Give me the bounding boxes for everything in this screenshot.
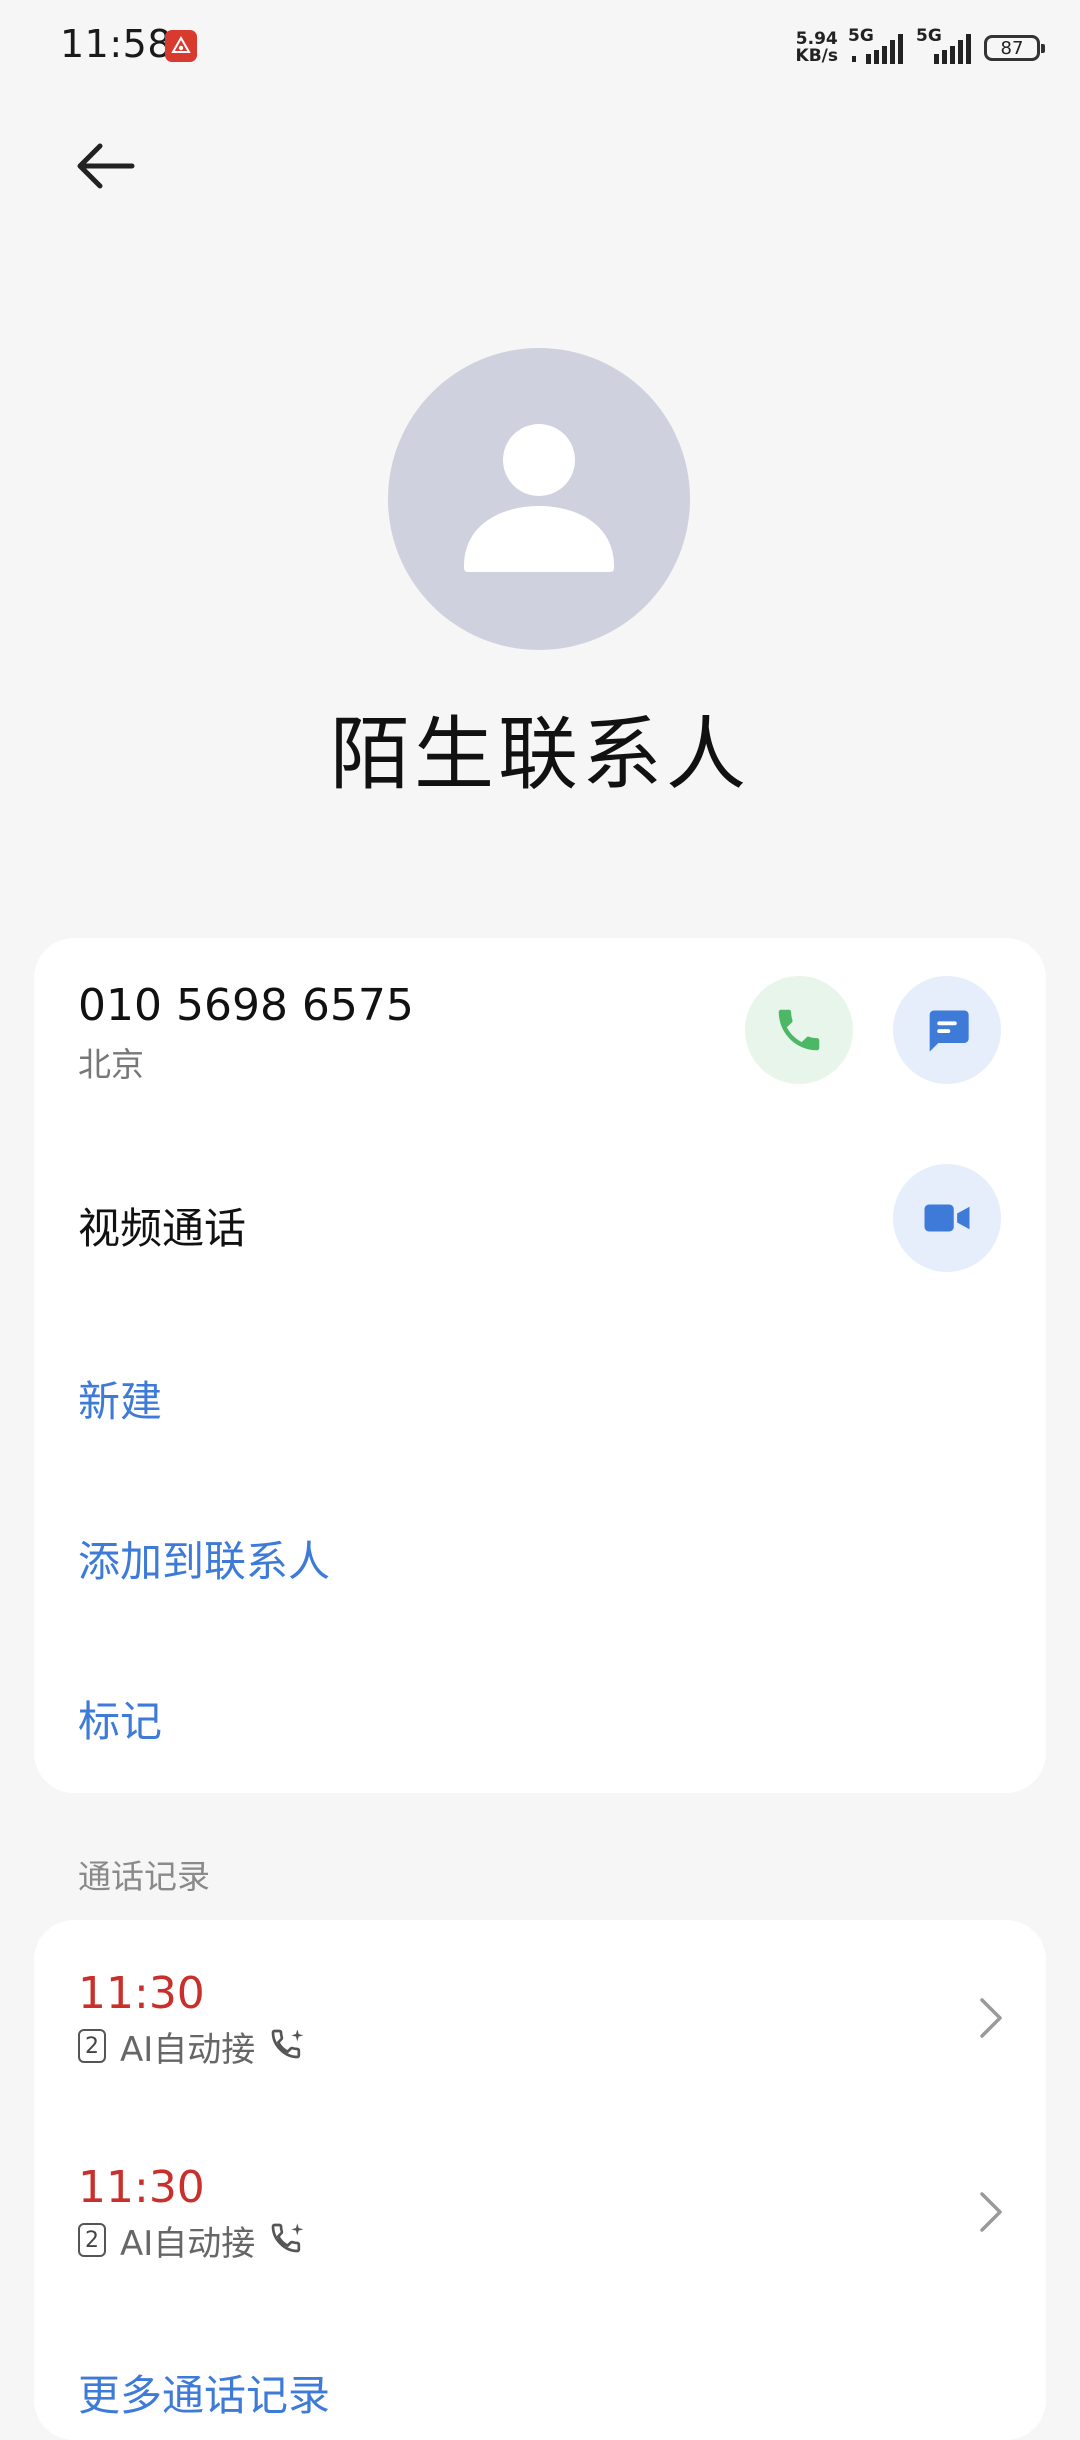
status-icons: 5.94 KB/s 5G 5G 87 xyxy=(795,26,1045,68)
call-log-label: AI自动接 xyxy=(120,2029,256,2070)
person-icon xyxy=(464,424,614,572)
phone-icon xyxy=(778,1009,820,1051)
arrow-left-icon xyxy=(77,143,135,189)
sim-card-icon: 2 xyxy=(78,2223,106,2257)
video-call-button[interactable] xyxy=(893,1164,1001,1272)
call-log-time[interactable]: 11:30 xyxy=(78,2162,205,2213)
back-button[interactable] xyxy=(70,130,150,200)
app-notification-icon xyxy=(165,30,197,62)
message-icon xyxy=(929,1010,969,1052)
ai-call-icon xyxy=(271,2223,304,2253)
contact-actions-card xyxy=(34,938,1046,1793)
network-speed: 5.94 KB/s xyxy=(795,29,838,66)
battery-indicator: 87 xyxy=(984,35,1045,61)
call-button[interactable] xyxy=(745,976,853,1084)
video-camera-icon xyxy=(924,1204,970,1232)
signal-sim1-icon: 5G xyxy=(848,26,906,68)
avatar xyxy=(388,348,690,650)
ai-call-icon xyxy=(271,2029,304,2059)
new-contact-button[interactable]: 新建 xyxy=(78,1368,162,1429)
call-log-section-title: 通话记录 xyxy=(78,1857,210,1896)
phone-number[interactable]: 010 5698 6575 xyxy=(78,980,414,1031)
video-call-label[interactable]: 视频通话 xyxy=(78,1195,246,1256)
add-to-contacts-button[interactable]: 添加到联系人 xyxy=(78,1528,330,1589)
call-log-time[interactable]: 11:30 xyxy=(78,1968,205,2019)
status-time: 11:58 xyxy=(60,22,173,66)
call-log-label: AI自动接 xyxy=(120,2223,256,2264)
contact-name: 陌生联系人 xyxy=(330,708,750,801)
sim-card-icon: 2 xyxy=(78,2029,106,2063)
mark-number-button[interactable]: 标记 xyxy=(78,1688,162,1749)
phone-location: 北京 xyxy=(78,1045,144,1084)
call-log-detail: 2 AI自动接 xyxy=(78,2024,309,2070)
more-call-logs-button[interactable]: 更多通话记录 xyxy=(78,2362,330,2423)
chevron-right-icon[interactable] xyxy=(970,1988,1010,2048)
chevron-right-icon[interactable] xyxy=(970,2182,1010,2242)
signal-sim2-icon: 5G xyxy=(916,26,974,68)
call-log-detail: 2 AI自动接 xyxy=(78,2218,309,2264)
message-button[interactable] xyxy=(893,976,1001,1084)
